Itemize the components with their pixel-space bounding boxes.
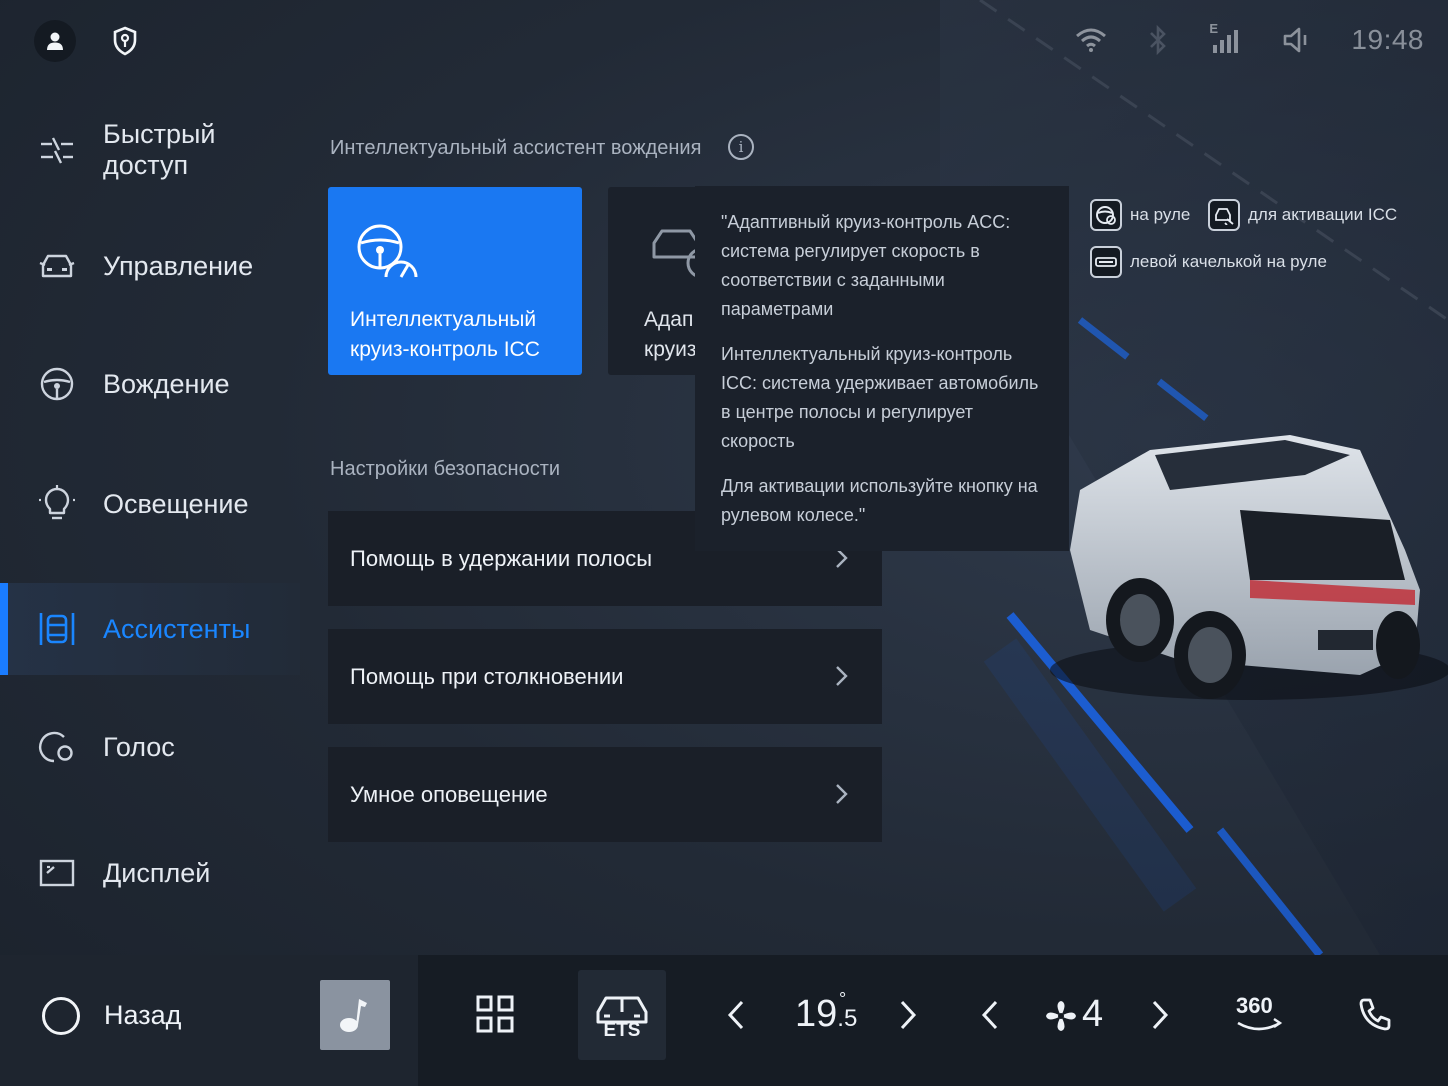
voice-icon: [38, 728, 76, 766]
chevron-right-icon: [834, 665, 848, 687]
mode-card-label-line1: Интеллектуальный: [350, 308, 537, 331]
mode-card-label-line2: круиз: [644, 338, 697, 361]
chevron-left-icon: [981, 1000, 998, 1030]
mode-card-label: Адап круиз: [644, 305, 697, 365]
chevron-right-icon: [834, 783, 848, 805]
temp-decrease-button[interactable]: [726, 999, 746, 1031]
hint-text: левой качелькой на руле: [1130, 252, 1327, 271]
hint-text: на руле: [1130, 205, 1191, 224]
car-lane-icon: [1208, 199, 1240, 231]
sidebar-item-driving[interactable]: Вождение: [0, 338, 300, 430]
fan-speed: 4: [1082, 993, 1104, 1035]
sidebar-item-label: Вождение: [103, 368, 230, 399]
apps-grid-icon: [476, 995, 514, 1033]
fan-icon: [1044, 999, 1078, 1033]
mode-card-label-line1: Адап: [644, 308, 694, 331]
wheel-button-icon: [1090, 199, 1122, 231]
home-circle-icon[interactable]: [42, 997, 80, 1035]
security-button[interactable]: [112, 26, 138, 56]
steering-cruise-icon: [352, 221, 422, 281]
tooltip-paragraph: "Адаптивный круиз-контроль ACC: система …: [721, 212, 1011, 319]
rocker-icon: [1090, 246, 1122, 278]
ets-button[interactable]: ETS: [578, 970, 666, 1060]
row-smart-alert[interactable]: Умное оповещение: [328, 747, 882, 842]
sidebar-item-display[interactable]: Дисплей: [0, 827, 300, 919]
rotate-360-icon: [1237, 1018, 1283, 1031]
sidebar-item-label: Освещение: [103, 488, 249, 519]
sidebar-item-label: Быстрый доступ: [103, 119, 216, 180]
hint-text: для активации ICC: [1248, 205, 1398, 224]
fan-increase-button[interactable]: [1150, 999, 1170, 1031]
car-control-icon: [38, 247, 76, 285]
chevron-right-icon: [1152, 1000, 1169, 1030]
phone-icon: [1359, 998, 1391, 1031]
info-tooltip: "Адаптивный круиз-контроль ACC: система …: [695, 186, 1069, 551]
back-button[interactable]: Назад: [104, 1000, 181, 1031]
status-left: [34, 20, 138, 62]
music-note-icon: [340, 999, 367, 1032]
hint-left-rocker: левой качелькой на руле: [1090, 246, 1327, 278]
back-area: Назад: [0, 955, 418, 1086]
assistant-section-title: Интеллектуальный ассистент вождения: [330, 137, 702, 159]
user-avatar-button[interactable]: [34, 20, 76, 62]
user-icon: [47, 32, 63, 50]
chevron-left-icon: [727, 1000, 744, 1030]
mode-card-label: Интеллектуальный круиз-контроль ICC: [350, 305, 540, 365]
ets-label: ETS: [603, 1020, 641, 1041]
mode-card-label-line2: круиз-контроль ICC: [350, 338, 540, 361]
safety-section-title: Настройки безопасности: [330, 458, 561, 480]
bottom-dock: Назад ETS 19.5 ° 4 360: [0, 955, 1448, 1086]
row-label: Помощь при столкновении: [350, 663, 624, 689]
hint-activate-icc: для активации ICC: [1208, 199, 1397, 231]
sidebar-item-label: Управление: [103, 250, 254, 281]
display-icon: [38, 854, 76, 892]
sidebar-item-quick-access[interactable]: Быстрый доступ: [0, 104, 300, 196]
assistant-icon: [38, 610, 76, 648]
sidebar-item-label: Голос: [103, 731, 175, 762]
apps-grid-button[interactable]: [476, 995, 514, 1033]
sidebar-item-label: Дисплей: [103, 857, 211, 888]
mode-card-icc[interactable]: Интеллектуальный круиз-контроль ICC: [328, 187, 582, 375]
quick-access-icon: [38, 131, 76, 169]
shield-key-icon: [113, 26, 137, 56]
sidebar-item-lighting[interactable]: Освещение: [0, 458, 300, 550]
hint-on-wheel: на руле: [1090, 199, 1190, 231]
steering-wheel-icon: [38, 365, 76, 403]
info-icon[interactable]: i: [728, 134, 754, 160]
tooltip-paragraph: Для активации используйте кнопку на руле…: [721, 476, 1038, 525]
temp-increase-button[interactable]: [898, 999, 918, 1031]
row-collision-assist[interactable]: Помощь при столкновении: [328, 629, 882, 724]
row-label: Умное оповещение: [350, 781, 548, 807]
sidebar-item-control[interactable]: Управление: [0, 220, 300, 312]
temperature-unit: °: [839, 989, 847, 1009]
camera-360-button[interactable]: 360: [1234, 991, 1284, 1037]
sidebar-item-voice[interactable]: Голос: [0, 701, 300, 793]
tooltip-paragraph: Интеллектуальный круиз-контроль ICC: сис…: [721, 344, 1039, 451]
chevron-right-icon: [900, 1000, 917, 1030]
temperature-main: 19: [795, 993, 838, 1035]
light-bulb-icon: [38, 485, 76, 523]
row-label: Помощь в удержании полосы: [350, 545, 653, 571]
phone-button[interactable]: [1358, 997, 1392, 1031]
music-button[interactable]: [320, 980, 390, 1050]
fan-decrease-button[interactable]: [980, 999, 1000, 1031]
sidebar-item-assistants[interactable]: Ассистенты: [0, 583, 300, 675]
sidebar-item-label: Ассистенты: [103, 613, 251, 644]
temperature-display: 19.5 °: [795, 989, 857, 1036]
